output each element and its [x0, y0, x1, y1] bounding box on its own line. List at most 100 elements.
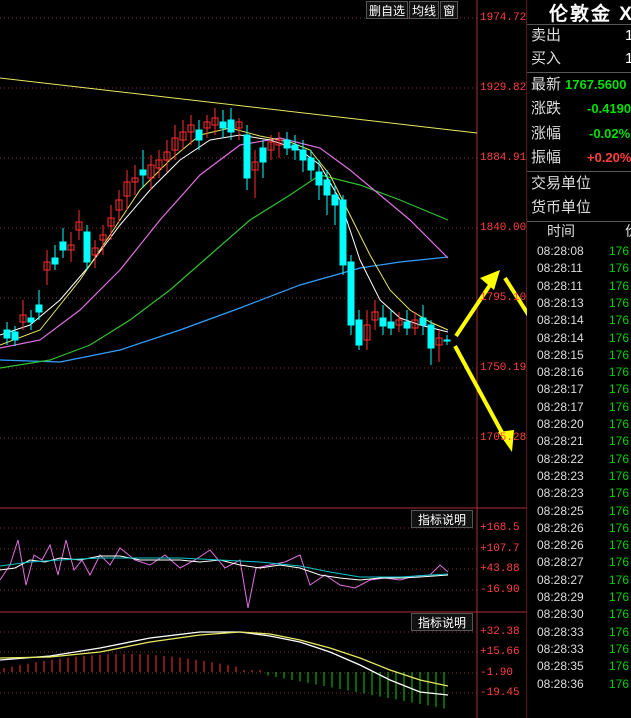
tick-price: 176	[609, 624, 630, 639]
tick-price: 176	[609, 659, 630, 674]
tick-time: 08:28:23	[537, 486, 584, 501]
tick-row: 08:28:26 176	[537, 520, 629, 537]
candle-body	[219, 121, 227, 129]
candle-body	[243, 134, 251, 179]
tick-time: 08:28:27	[537, 572, 584, 587]
ticks-header: 时间 价	[547, 223, 631, 240]
tick-row: 08:28:36 176	[537, 676, 629, 693]
tick-price: 176	[609, 468, 630, 483]
tick-row: 08:28:14 176	[537, 312, 629, 329]
tick-time: 08:28:15	[537, 347, 584, 362]
quote-panel: 伦敦金 X 卖出 1 买入 1 最新 1767.5600 涨跌 -0.4190 …	[527, 0, 631, 718]
candle-body	[307, 157, 315, 171]
candle-body	[355, 319, 363, 346]
tick-row: 08:28:33 176	[537, 624, 629, 641]
tick-row: 08:28:26 176	[537, 537, 629, 554]
tick-row: 08:28:15 176	[537, 347, 629, 364]
tick-row: 08:28:14 176	[537, 330, 629, 347]
candle-body	[443, 339, 451, 342]
tick-price: 176	[609, 244, 630, 258]
tick-price: 176	[609, 641, 630, 656]
candle-body	[315, 171, 323, 186]
tick-time: 08:28:33	[537, 641, 584, 656]
tick-time: 08:28:22	[537, 451, 584, 466]
window-button[interactable]: 窗	[440, 1, 459, 19]
candle-body	[83, 231, 91, 263]
price-axis-label: 1705.289	[480, 432, 533, 444]
tick-price: 176	[609, 503, 630, 518]
tick-price: 176	[609, 417, 630, 431]
tick-time: 08:28:27	[537, 555, 584, 570]
buy-value: 1	[625, 50, 631, 67]
tick-time: 08:28:33	[537, 624, 584, 639]
tick-row: 08:28:17 176	[537, 399, 629, 416]
tick-price: 176	[609, 555, 630, 570]
add-watchlist-button[interactable]: 删自选	[366, 1, 409, 19]
tick-price: 176	[609, 520, 630, 535]
tick-time: 08:28:16	[537, 365, 584, 380]
ma-line-white	[0, 134, 449, 336]
moving-average-button[interactable]: 均线	[409, 1, 440, 19]
tick-time: 08:28:11	[537, 261, 583, 276]
tick-price: 176	[609, 434, 630, 449]
ticks-header-time: 时间	[547, 223, 575, 239]
indicator1-help-button[interactable]: 指标说明	[411, 510, 474, 528]
candle-body	[35, 304, 43, 313]
indicator2-label: -19.45	[480, 687, 520, 699]
tick-price: 176	[609, 451, 630, 466]
sell-label: 卖出	[531, 27, 562, 44]
candle-body	[323, 179, 331, 196]
tick-time: 08:28:25	[537, 503, 584, 518]
currency-unit-label: 货币单位	[531, 199, 592, 216]
candle-body	[227, 119, 235, 133]
tick-row: 08:28:25 176	[537, 503, 629, 520]
sell-value: 1	[625, 27, 631, 44]
tick-row: 08:28:11 176	[537, 260, 629, 277]
tick-time: 08:28:08	[537, 244, 584, 258]
tick-time: 08:28:29	[537, 590, 584, 604]
candle-body	[259, 147, 267, 163]
trade-unit-label: 交易单位	[531, 175, 592, 192]
indicator2-help-button[interactable]: 指标说明	[411, 613, 474, 631]
candle-body	[403, 321, 411, 329]
tick-row: 08:28:27 176	[537, 554, 629, 571]
candle-body	[11, 331, 19, 341]
change-pct-value: -0.02%	[589, 126, 631, 141]
tick-price: 176	[609, 295, 630, 310]
tick-time: 08:28:11	[537, 278, 583, 293]
sell-row: 卖出 1	[531, 25, 631, 47]
price-axis-label: 1840.008	[480, 222, 533, 234]
ticks-header-price: 价	[625, 223, 631, 240]
price-axis-label: 1884.914	[480, 152, 533, 164]
tick-time: 08:28:13	[537, 295, 584, 310]
tick-time: 08:28:20	[537, 417, 584, 431]
latest-label: 最新	[531, 76, 562, 93]
ma-line-yellow	[0, 127, 449, 346]
candle-body	[291, 144, 299, 151]
indicator2-label: +15.66	[480, 646, 520, 658]
tick-price: 176	[609, 313, 630, 328]
tick-price: 176	[609, 607, 630, 622]
indicator1-label: +43.88	[480, 563, 520, 575]
tick-time: 08:28:17	[537, 399, 584, 414]
candle-body	[331, 194, 339, 206]
price-axis-label: 1795.101	[480, 292, 533, 304]
tick-row: 08:28:08 176	[537, 243, 629, 260]
change-label: 涨跌	[531, 100, 562, 117]
amplitude-value: +0.20%	[587, 150, 631, 165]
tick-price: 176	[609, 572, 630, 587]
candle-body	[59, 241, 67, 251]
change-pct-row: 涨幅 -0.02%	[531, 123, 631, 145]
candle-body	[195, 129, 203, 141]
tick-row: 08:28:11 176	[537, 278, 629, 295]
tick-time: 08:28:26	[537, 520, 584, 535]
tick-time: 08:28:35	[537, 659, 584, 674]
tick-row: 08:28:33 176	[537, 641, 629, 658]
candle-body	[339, 199, 347, 266]
change-pct-label: 涨幅	[531, 125, 562, 142]
trade-unit-row: 交易单位	[531, 173, 631, 195]
candle-body	[387, 321, 395, 329]
buy-row: 买入 1	[531, 48, 631, 70]
tick-price: 176	[609, 261, 630, 276]
candle-body	[51, 257, 59, 265]
